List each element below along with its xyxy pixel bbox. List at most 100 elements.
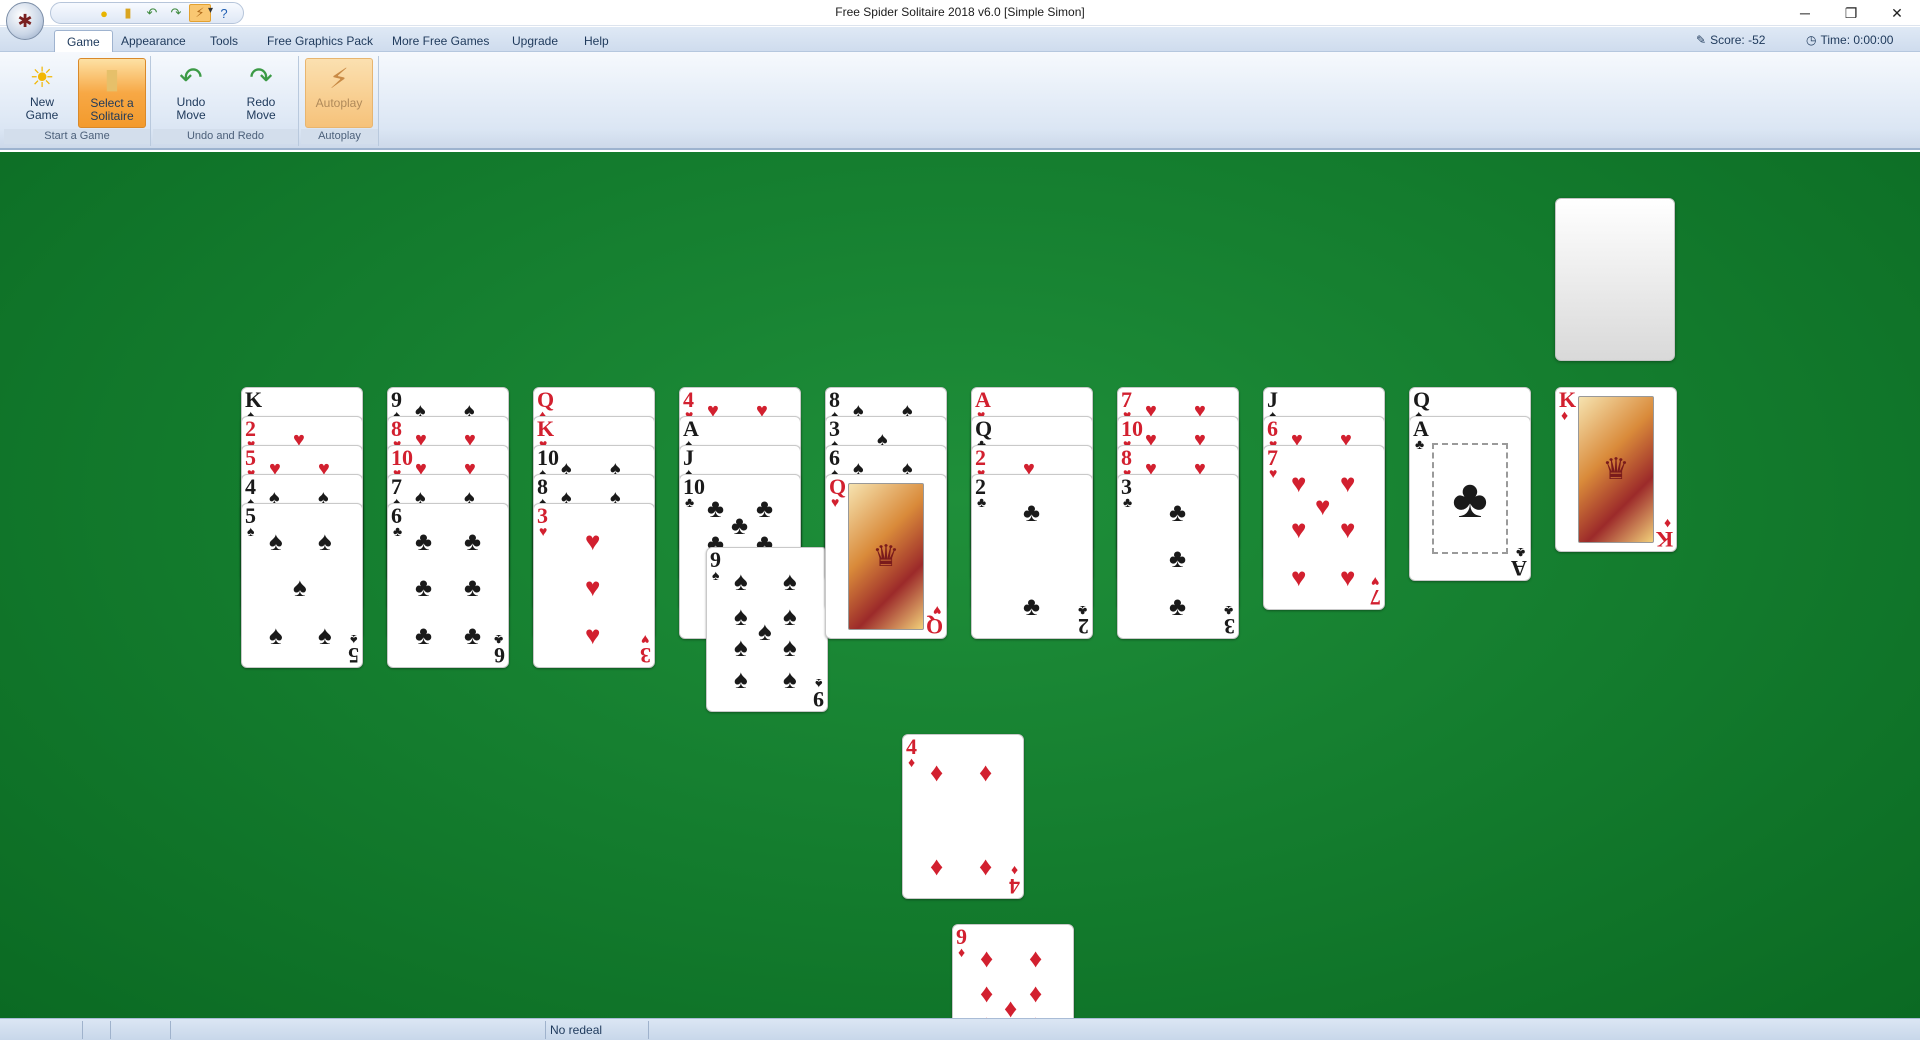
game-table[interactable]: K♠2♥♥5♥♥♥4♠♠♠5♠♠♠♠♠♠5♠9♠♠♠8♥♥♥10♥♥♥7♠♠♠6… bbox=[0, 152, 1920, 1018]
diamonds-icon: ♦ bbox=[1663, 515, 1671, 530]
tab-appearance[interactable]: Appearance bbox=[109, 30, 198, 52]
card-5-of-spades[interactable]: 5 ♠ ♠ ♠ ♠ ♠ ♠ 5 ♠ bbox=[241, 503, 363, 668]
card-7-of-hearts[interactable]: 7 ♥ ♥ ♥ ♥ ♥ ♥ ♥ ♥ 7 ♥ bbox=[1263, 445, 1385, 610]
diamonds-pip-icon: ♦ bbox=[980, 979, 994, 1008]
card-9-of-diamonds[interactable]: 9♦♦♦♦♦♦♦♦♦♦9♦ bbox=[952, 924, 1074, 1018]
diamonds-icon: ♦ bbox=[1010, 862, 1018, 877]
time-display: ◷ Time: 0:00:00 bbox=[1806, 33, 1893, 47]
minimize-button[interactable]: ─ bbox=[1782, 0, 1828, 26]
clubs-icon: ♣ bbox=[493, 631, 503, 646]
select-solitaire-button[interactable]: ▮ Select a Solitaire bbox=[78, 58, 146, 128]
status-bar: No redeal bbox=[0, 1018, 1920, 1040]
clubs-pip-icon: ♣ bbox=[415, 527, 433, 556]
hearts-pip-icon: ♥ bbox=[1291, 563, 1307, 592]
autoplay-button[interactable]: ⚡ Autoplay bbox=[305, 58, 373, 128]
card-rank: 9 bbox=[813, 687, 824, 712]
clubs-pip-icon: ♣ bbox=[1169, 498, 1187, 527]
hearts-pip-icon: ♥ bbox=[585, 621, 601, 650]
spades-pip-icon: ♠ bbox=[293, 573, 307, 602]
card-3-of-hearts[interactable]: 3 ♥ ♥ ♥ ♥ 3 ♥ bbox=[533, 503, 655, 668]
clubs-pip-icon: ♣ bbox=[756, 494, 774, 523]
sun-icon: ☀ bbox=[29, 62, 55, 93]
card-king-of-diamonds[interactable]: K ♦ ♛ K ♦ bbox=[1555, 387, 1677, 552]
clubs-pip-icon: ♣ bbox=[1023, 592, 1041, 621]
ace-clubs-icon: ♣ bbox=[1432, 443, 1508, 554]
tab-tools[interactable]: Tools bbox=[198, 30, 250, 52]
diamonds-pip-icon: ♦ bbox=[979, 852, 993, 881]
clubs-pip-icon: ♣ bbox=[415, 573, 433, 602]
new-game-button[interactable]: ☀ New Game bbox=[8, 58, 76, 128]
spades-pip-icon: ♠ bbox=[318, 527, 332, 556]
diamonds-pip-icon: ♦ bbox=[1029, 979, 1043, 1008]
spades-pip-icon: ♠ bbox=[318, 621, 332, 650]
tab-more-free-games[interactable]: More Free Games bbox=[380, 30, 501, 52]
card-queen-of-hearts[interactable]: Q ♥ ♛ Q ♥ bbox=[825, 474, 947, 639]
tab-help[interactable]: Help bbox=[572, 30, 621, 52]
hearts-pip-icon: ♥ bbox=[585, 527, 601, 556]
card-rank: A bbox=[1511, 556, 1527, 581]
king-portrait-icon: ♛ bbox=[1578, 396, 1654, 543]
diamonds-pip-icon: ♦ bbox=[1004, 994, 1018, 1019]
card-rank: K bbox=[1655, 527, 1673, 552]
card-ace-of-clubs[interactable]: A ♣ ♣ A ♣ bbox=[1409, 416, 1531, 581]
clubs-pip-icon: ♣ bbox=[707, 494, 725, 523]
card-rank: Q bbox=[925, 614, 943, 639]
card-4-of-diamonds[interactable]: 4 ♦ ♦ ♦ ♦ ♦ 4 ♦ bbox=[902, 734, 1024, 899]
spades-pip-icon: ♠ bbox=[758, 617, 772, 646]
hearts-icon: ♥ bbox=[539, 525, 548, 540]
diamonds-pip-icon: ♦ bbox=[979, 758, 993, 787]
undo-arrow-icon: ↶ bbox=[179, 62, 203, 93]
card-rank: 6 bbox=[494, 643, 505, 668]
card-2-of-clubs[interactable]: 2 ♣ ♣ ♣ 2 ♣ bbox=[971, 474, 1093, 639]
clubs-pip-icon: ♣ bbox=[464, 573, 482, 602]
hearts-pip-icon: ♥ bbox=[1291, 515, 1307, 544]
diamonds-pip-icon: ♦ bbox=[930, 758, 944, 787]
tab-free-graphics-pack[interactable]: Free Graphics Pack bbox=[255, 30, 385, 52]
redo-move-button[interactable]: ↷ Redo Move bbox=[227, 58, 295, 128]
card-rank: 3 bbox=[1224, 614, 1235, 639]
hearts-pip-icon: ♥ bbox=[1315, 492, 1331, 521]
tab-upgrade[interactable]: Upgrade bbox=[500, 30, 570, 52]
card-9-of-spades[interactable]: 9 ♠ ♠ ♠ ♠ ♠ ♠ ♠ ♠ ♠ ♠ 9 ♠ bbox=[706, 547, 828, 712]
title-bar: ✱ ● ▮ ↶ ↷ ⚡ ? ▾ Free Spider Solitaire 20… bbox=[0, 0, 1920, 40]
card-rank: 4 bbox=[1009, 874, 1020, 899]
ribbon: ☀ New Game ▮ Select a Solitaire Start a … bbox=[0, 52, 1920, 150]
foundation-pile[interactable] bbox=[1555, 198, 1675, 361]
spades-icon: ♠ bbox=[349, 631, 357, 646]
group-label: Start a Game bbox=[4, 129, 150, 144]
score-display: ✎ Score: -52 bbox=[1696, 33, 1765, 47]
card-rank: 7 bbox=[1370, 585, 1381, 610]
card-rank: 5 bbox=[348, 643, 359, 668]
spider-icon: ✱ bbox=[17, 10, 33, 31]
restore-button[interactable]: ❐ bbox=[1828, 0, 1874, 26]
hearts-icon: ♥ bbox=[1269, 467, 1278, 482]
card-rank: 3 bbox=[640, 643, 651, 668]
tab-game[interactable]: Game bbox=[54, 30, 113, 53]
clubs-icon: ♣ bbox=[393, 525, 403, 540]
spades-pip-icon: ♠ bbox=[783, 602, 797, 631]
menu-bar: Game Appearance Tools Free Graphics Pack… bbox=[0, 27, 1920, 53]
spades-icon: ♠ bbox=[814, 675, 822, 690]
app-menu-orb[interactable]: ✱ bbox=[6, 2, 44, 40]
status-text: No redeal bbox=[550, 1023, 603, 1037]
clubs-icon: ♣ bbox=[1515, 544, 1525, 559]
clubs-icon: ♣ bbox=[977, 496, 987, 511]
clubs-icon: ♣ bbox=[685, 496, 695, 511]
spades-icon: ♠ bbox=[247, 525, 255, 540]
undo-move-button[interactable]: ↶ Undo Move bbox=[157, 58, 225, 128]
group-label: Autoplay bbox=[301, 129, 378, 144]
diamonds-pip-icon: ♦ bbox=[980, 944, 994, 973]
close-button[interactable]: ✕ bbox=[1874, 0, 1920, 26]
score-icon: ✎ bbox=[1696, 33, 1707, 47]
clubs-icon: ♣ bbox=[1223, 602, 1233, 617]
score-text: Score: -52 bbox=[1710, 33, 1766, 47]
clubs-pip-icon: ♣ bbox=[415, 621, 433, 650]
clock-icon: ◷ bbox=[1806, 33, 1817, 47]
card-3-of-clubs[interactable]: 3 ♣ ♣ ♣ ♣ 3 ♣ bbox=[1117, 474, 1239, 639]
clubs-icon: ♣ bbox=[1123, 496, 1133, 511]
clubs-pip-icon: ♣ bbox=[1169, 592, 1187, 621]
card-6-of-clubs[interactable]: 6 ♣ ♣ ♣ ♣ ♣ ♣ ♣ 6 ♣ bbox=[387, 503, 509, 668]
diamonds-icon: ♦ bbox=[958, 946, 966, 961]
wand-icon: ⚡ bbox=[329, 63, 349, 94]
clubs-icon: ♣ bbox=[1415, 438, 1425, 453]
